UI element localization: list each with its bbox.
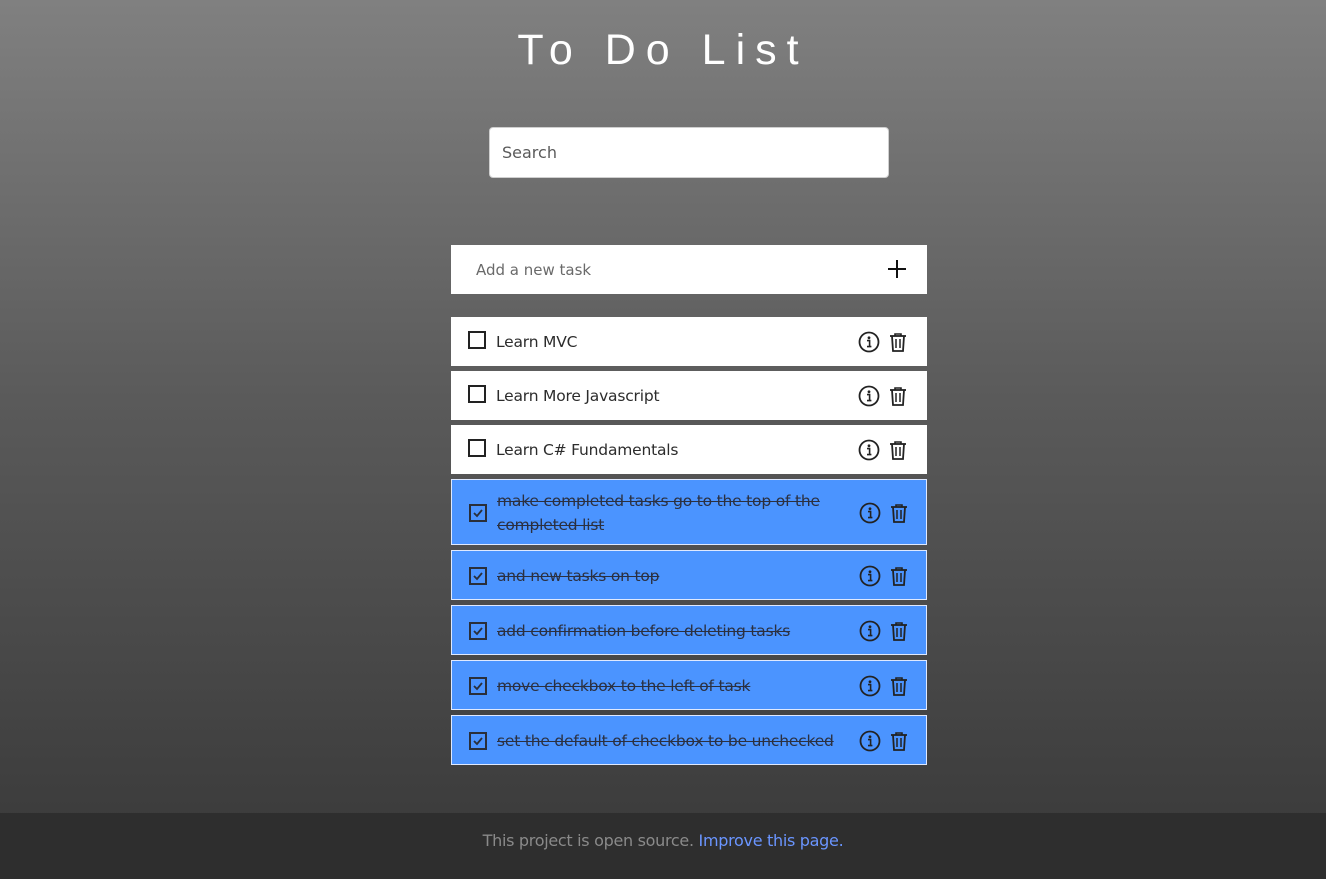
task-checkbox-checked[interactable] (469, 567, 487, 585)
footer: This project is open source. Improve thi… (0, 813, 1326, 879)
task-checkbox[interactable] (468, 385, 486, 403)
checkmark-icon (473, 627, 483, 636)
task-checkbox-checked[interactable] (469, 677, 487, 695)
task-delete-button[interactable] (887, 331, 909, 353)
task-item: add confirmation before deleting tasks (451, 605, 927, 655)
info-icon (859, 675, 881, 697)
task-info-button[interactable] (859, 730, 881, 752)
add-task-bar (451, 245, 927, 294)
task-delete-button[interactable] (888, 565, 910, 587)
trash-icon (891, 732, 907, 751)
task-checkbox[interactable] (468, 439, 486, 457)
checkmark-icon (473, 737, 483, 746)
task-text: Learn C# Fundamentals (496, 441, 679, 459)
plus-icon (888, 260, 906, 278)
checkmark-icon (473, 682, 483, 691)
task-item: move checkbox to the left of task (451, 660, 927, 710)
trash-icon (891, 622, 907, 641)
info-icon (859, 730, 881, 752)
task-checkbox[interactable] (468, 331, 486, 349)
task-text: set the default of checkbox to be unchec… (497, 732, 834, 750)
trash-icon (891, 504, 907, 523)
task-text: Learn MVC (496, 333, 578, 351)
page-title: To Do List (517, 26, 809, 74)
task-item: Learn More Javascript (451, 371, 927, 420)
task-item: make completed tasks go to the top of th… (451, 479, 927, 545)
info-icon (858, 439, 880, 461)
task-delete-button[interactable] (888, 502, 910, 524)
task-delete-button[interactable] (888, 730, 910, 752)
info-icon (859, 620, 881, 642)
improve-page-link[interactable]: Improve this page. (699, 831, 844, 850)
trash-icon (890, 333, 906, 352)
task-item: Learn C# Fundamentals (451, 425, 927, 474)
trash-icon (890, 387, 906, 406)
task-checkbox-checked[interactable] (469, 732, 487, 750)
task-info-button[interactable] (858, 331, 880, 353)
trash-icon (891, 677, 907, 696)
checkmark-icon (473, 509, 483, 518)
task-info-button[interactable] (859, 620, 881, 642)
task-checkbox-checked[interactable] (469, 504, 487, 522)
task-text: add confirmation before deleting tasks (497, 622, 791, 640)
info-icon (858, 385, 880, 407)
new-task-input[interactable] (451, 245, 871, 294)
task-text: make completed tasks go to the top of th… (497, 492, 820, 534)
info-icon (858, 331, 880, 353)
task-text: Learn More Javascript (496, 387, 660, 405)
info-icon (859, 565, 881, 587)
task-info-button[interactable] (858, 385, 880, 407)
task-item: and new tasks on top (451, 550, 927, 600)
task-item: set the default of checkbox to be unchec… (451, 715, 927, 765)
trash-icon (891, 567, 907, 586)
footer-text: This project is open source. (482, 831, 694, 850)
info-icon (859, 502, 881, 524)
search-input[interactable] (489, 127, 889, 178)
task-delete-button[interactable] (888, 675, 910, 697)
task-info-button[interactable] (859, 565, 881, 587)
task-info-button[interactable] (859, 502, 881, 524)
add-task-button[interactable] (885, 257, 909, 281)
trash-icon (890, 441, 906, 460)
task-checkbox-checked[interactable] (469, 622, 487, 640)
task-info-button[interactable] (859, 675, 881, 697)
task-delete-button[interactable] (888, 620, 910, 642)
task-delete-button[interactable] (887, 439, 909, 461)
checkmark-icon (473, 572, 483, 581)
task-text: move checkbox to the left of task (497, 677, 751, 695)
task-text: and new tasks on top (497, 567, 660, 585)
task-delete-button[interactable] (887, 385, 909, 407)
task-item: Learn MVC (451, 317, 927, 366)
task-info-button[interactable] (858, 439, 880, 461)
